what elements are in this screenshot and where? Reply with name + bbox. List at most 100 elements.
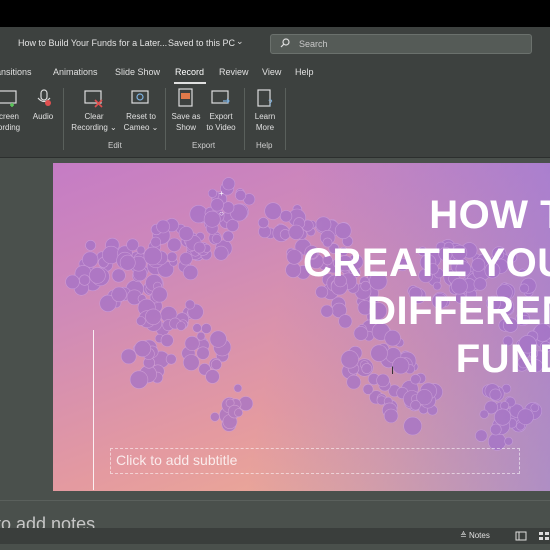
save-as-show-button[interactable]: Save as Show bbox=[168, 88, 204, 138]
coin-dot bbox=[286, 249, 302, 265]
normal-view-icon[interactable] bbox=[515, 531, 527, 541]
coin-dot bbox=[383, 408, 399, 424]
tab-view[interactable]: View bbox=[262, 67, 281, 77]
slide-title-line-3[interactable]: DIFFERENT bbox=[367, 289, 550, 334]
search-placeholder: Search bbox=[299, 39, 328, 49]
clear-recording-label-1: Clear bbox=[84, 112, 104, 121]
clear-recording-button[interactable]: Clear Recording ⌄ bbox=[66, 88, 122, 138]
coin-dot bbox=[111, 286, 127, 303]
tab-help[interactable]: Help bbox=[295, 67, 314, 77]
subtitle-placeholder-box[interactable]: Click to add subtitle bbox=[110, 448, 520, 474]
coin-dot bbox=[346, 374, 362, 390]
coin-dot bbox=[264, 202, 282, 220]
reset-to-cameo-button[interactable]: Reset to Cameo ⌄ bbox=[120, 88, 162, 138]
coin-dot bbox=[334, 222, 352, 239]
ribbon: creen ording Audio Clear Recording ⌄ Res… bbox=[0, 84, 550, 158]
chevron-down-icon[interactable]: ⌄ bbox=[236, 36, 244, 47]
coin-dot bbox=[193, 241, 206, 254]
coin-dot bbox=[136, 316, 146, 326]
tab-record[interactable]: Record bbox=[175, 67, 204, 77]
coin-dot bbox=[65, 274, 80, 290]
tab-slide-show[interactable]: Slide Show bbox=[115, 67, 160, 77]
coin-dot bbox=[338, 314, 353, 329]
coin-dot bbox=[315, 285, 329, 299]
coin-dot bbox=[178, 226, 194, 241]
coin-dot bbox=[222, 201, 235, 214]
coin-dot bbox=[517, 408, 534, 425]
coin-dot bbox=[235, 189, 247, 201]
coin-dot bbox=[209, 330, 227, 348]
selection-handle[interactable]: + bbox=[219, 189, 224, 198]
coin-dot bbox=[210, 359, 222, 371]
learn-more-icon: ? bbox=[257, 89, 273, 108]
coin-dot bbox=[489, 423, 502, 436]
slide-title-line-1[interactable]: HOW TO bbox=[429, 193, 550, 238]
coin-dot bbox=[340, 350, 359, 369]
slide-canvas[interactable]: + ○ HOW TO CREATE YOUR DIFFERENT FUNDS I… bbox=[53, 163, 550, 491]
coin-dot bbox=[353, 326, 369, 341]
save-status[interactable]: Saved to this PC bbox=[168, 38, 235, 48]
learn-more-label-2: More bbox=[255, 123, 275, 132]
screen-recording-button[interactable]: creen ording bbox=[0, 88, 24, 138]
separator bbox=[244, 88, 245, 150]
coin-dot bbox=[475, 429, 488, 442]
tab-transitions[interactable]: ansitions bbox=[0, 67, 32, 77]
coin-dot bbox=[362, 383, 374, 395]
reset-cameo-label-1: Reset to bbox=[126, 112, 156, 121]
group-label-export: Export bbox=[192, 141, 216, 150]
coin-dot bbox=[151, 286, 168, 303]
coin-dot bbox=[176, 321, 186, 331]
reset-cameo-icon bbox=[131, 90, 149, 104]
audio-button[interactable]: Audio bbox=[30, 88, 56, 138]
group-label-edit: Edit bbox=[108, 141, 122, 150]
coin-dot bbox=[165, 353, 177, 365]
export-video-icon bbox=[211, 90, 230, 104]
coin-dot bbox=[156, 219, 170, 234]
rotate-handle[interactable]: ○ bbox=[219, 209, 224, 218]
coin-dot bbox=[530, 403, 540, 412]
save-as-show-icon bbox=[178, 88, 193, 107]
learn-more-button[interactable]: ? Learn More bbox=[249, 88, 281, 138]
slide-sorter-icon[interactable] bbox=[538, 531, 550, 541]
learn-more-label-1: Learn bbox=[254, 112, 276, 121]
coin-dot bbox=[183, 264, 199, 281]
coin-dot bbox=[361, 363, 373, 374]
slide-title-line-4[interactable]: FUNDS bbox=[456, 337, 550, 382]
microphone-icon bbox=[37, 89, 51, 106]
export-to-video-button[interactable]: Export to Video bbox=[203, 88, 239, 138]
coin-dot bbox=[89, 267, 106, 284]
tab-animations[interactable]: Animations bbox=[53, 67, 98, 77]
title-bar: How to Build Your Funds for a Later... S… bbox=[0, 27, 550, 60]
coin-dot bbox=[192, 323, 202, 333]
document-title[interactable]: How to Build Your Funds for a Later... bbox=[18, 38, 167, 48]
search-box[interactable]: Search bbox=[270, 34, 532, 54]
coin-dot bbox=[410, 400, 421, 411]
coin-dot bbox=[392, 357, 410, 375]
coin-dot bbox=[185, 299, 196, 310]
notes-pane[interactable]: to add notes bbox=[0, 500, 550, 534]
coin-dot bbox=[129, 370, 149, 389]
coin-dot bbox=[285, 262, 302, 278]
separator bbox=[63, 88, 64, 150]
coin-dot bbox=[213, 245, 229, 261]
coin-dot bbox=[403, 416, 423, 436]
coin-dot bbox=[280, 210, 293, 223]
coin-dot bbox=[166, 251, 178, 263]
tab-review[interactable]: Review bbox=[219, 67, 249, 77]
ribbon-tabs: ansitions Animations Slide Show Record R… bbox=[0, 60, 550, 84]
coin-dot bbox=[504, 436, 513, 446]
slide-title-line-2[interactable]: CREATE YOUR bbox=[303, 241, 550, 286]
coin-dot bbox=[257, 217, 269, 229]
separator bbox=[165, 88, 166, 150]
coin-dot bbox=[376, 373, 390, 388]
screen-recording-label-1: creen bbox=[0, 112, 19, 121]
save-show-label-2: Show bbox=[175, 123, 196, 132]
clear-recording-label-2: Recording ⌄ bbox=[71, 123, 117, 132]
notes-toggle-button[interactable]: ≜ Notes bbox=[460, 531, 490, 540]
coin-dot bbox=[111, 268, 126, 283]
coin-dot bbox=[167, 237, 182, 252]
clear-recording-icon bbox=[84, 90, 103, 108]
subtitle-placeholder-text: Click to add subtitle bbox=[116, 452, 238, 468]
coin-dot bbox=[489, 388, 502, 401]
coin-dot bbox=[320, 304, 334, 318]
